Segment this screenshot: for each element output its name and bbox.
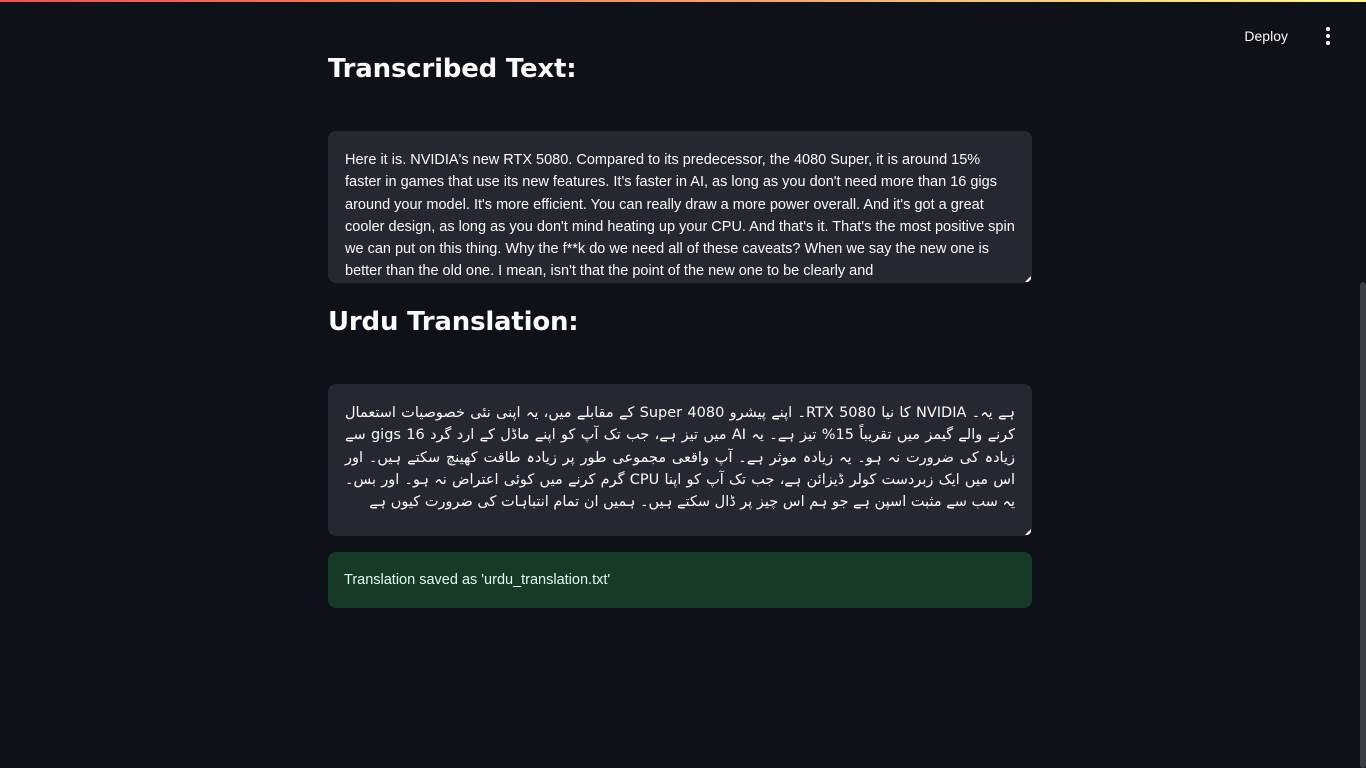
resize-handle-icon[interactable] — [1025, 529, 1031, 535]
resize-handle-icon[interactable] — [1025, 276, 1031, 282]
success-message: Translation saved as 'urdu_translation.t… — [344, 572, 611, 588]
transcribed-textarea[interactable]: Here it is. NVIDIA's new RTX 5080. Compa… — [328, 131, 1032, 283]
app-header: Deploy — [0, 0, 1366, 70]
urdu-textarea[interactable]: ہے یہ۔ NVIDIA کا نیا RTX 5080۔ اپنے پیشر… — [328, 384, 1032, 536]
transcribed-text-heading: Transcribed Text: — [328, 54, 577, 84]
urdu-textarea-content: ہے یہ۔ NVIDIA کا نیا RTX 5080۔ اپنے پیشر… — [345, 405, 1016, 511]
vertical-scrollbar[interactable] — [1360, 282, 1366, 768]
transcribed-textarea-content: Here it is. NVIDIA's new RTX 5080. Compa… — [345, 152, 1015, 280]
urdu-translation-heading: Urdu Translation: — [328, 307, 579, 337]
deploy-button[interactable]: Deploy — [1244, 24, 1288, 48]
success-alert: Translation saved as 'urdu_translation.t… — [328, 552, 1032, 608]
more-vertical-icon[interactable] — [1318, 24, 1338, 48]
